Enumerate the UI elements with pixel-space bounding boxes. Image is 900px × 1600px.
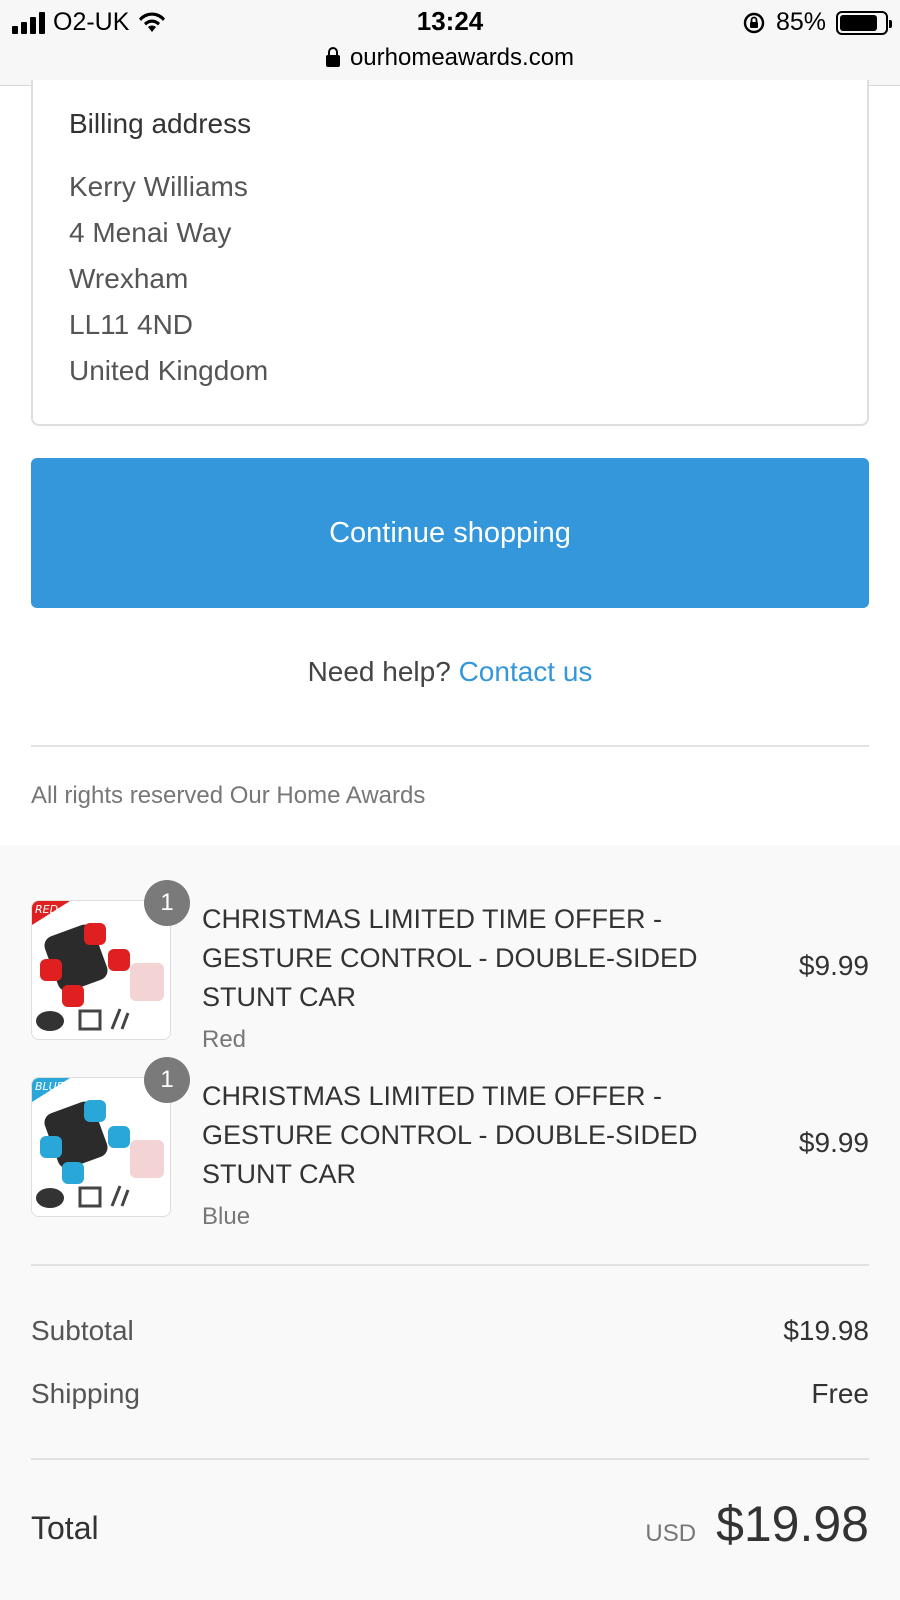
total-label: Total xyxy=(31,1510,99,1546)
system-indicators: 85% xyxy=(742,8,892,37)
battery-icon xyxy=(836,10,892,35)
battery-percent: 85% xyxy=(775,8,826,36)
address-bar[interactable]: ourhomeawards.com xyxy=(0,44,900,72)
billing-address-lines: Kerry Williams 4 Menai Way Wrexham LL11 … xyxy=(69,164,268,394)
shipping-row: Shipping Free xyxy=(31,1378,869,1410)
shipping-value: Free xyxy=(811,1378,869,1409)
status-bar: O2-UK 13:24 85% ourhomeawards.com xyxy=(0,0,900,86)
line-item: BLUE 1 CHRISTMAS LIMITED TIME OFFER - GE… xyxy=(31,1057,869,1230)
product-variant: Blue xyxy=(202,1203,251,1230)
total-amount: USD $19.98 xyxy=(645,1495,869,1553)
quantity-badge: 1 xyxy=(144,1057,190,1103)
product-thumbnail: RED xyxy=(31,900,171,1040)
product-thumbnail: BLUE xyxy=(31,1077,171,1217)
help-line: Need help? Contact us xyxy=(0,656,900,688)
battery-fill xyxy=(840,14,878,31)
billing-address-card: Billing address Kerry Williams 4 Menai W… xyxy=(31,80,869,426)
billing-country: United Kingdom xyxy=(69,355,269,386)
billing-name: Kerry Williams xyxy=(69,171,248,202)
billing-city: Wrexham xyxy=(69,263,189,294)
product-price: $9.99 xyxy=(798,1127,869,1158)
url-text: ourhomeawards.com xyxy=(349,44,575,71)
currency-code: USD xyxy=(645,1520,697,1547)
product-variant: Red xyxy=(202,1026,247,1053)
continue-shopping-button[interactable]: Continue shopping xyxy=(31,458,869,608)
lock-icon xyxy=(325,47,340,67)
billing-street: 4 Menai Way xyxy=(69,217,232,248)
shipping-label: Shipping xyxy=(31,1378,140,1409)
order-summary: RED 1 CHRISTMAS LIMITED TIME OFFER - GES… xyxy=(0,845,900,1600)
stunt-car-image: RED xyxy=(32,901,170,1039)
divider xyxy=(31,1264,869,1266)
subtotal-value: $19.98 xyxy=(783,1315,869,1346)
billing-address-title: Billing address xyxy=(69,108,252,139)
subtotal-label: Subtotal xyxy=(31,1315,134,1346)
copyright-text: All rights reserved Our Home Awards xyxy=(31,782,426,809)
stunt-car-image: BLUE xyxy=(32,1078,170,1216)
product-price: $9.99 xyxy=(798,950,869,981)
rotation-lock-icon xyxy=(743,12,765,33)
total-value: $19.98 xyxy=(716,1496,869,1552)
help-prefix: Need help? xyxy=(307,656,451,687)
quantity-badge: 1 xyxy=(144,880,190,926)
divider xyxy=(31,745,869,747)
contact-us-link[interactable]: Contact us xyxy=(459,656,593,687)
product-title: CHRISTMAS LIMITED TIME OFFER - GESTURE C… xyxy=(202,1081,698,1189)
divider xyxy=(31,1458,869,1460)
product-title: CHRISTMAS LIMITED TIME OFFER - GESTURE C… xyxy=(202,904,698,1012)
subtotal-row: Subtotal $19.98 xyxy=(31,1315,869,1347)
thumb-tag-text: BLUE xyxy=(35,1080,64,1093)
thumb-tag-text: RED xyxy=(35,903,58,916)
line-item: RED 1 CHRISTMAS LIMITED TIME OFFER - GES… xyxy=(31,880,869,1053)
billing-postcode: LL11 4ND xyxy=(69,309,194,340)
